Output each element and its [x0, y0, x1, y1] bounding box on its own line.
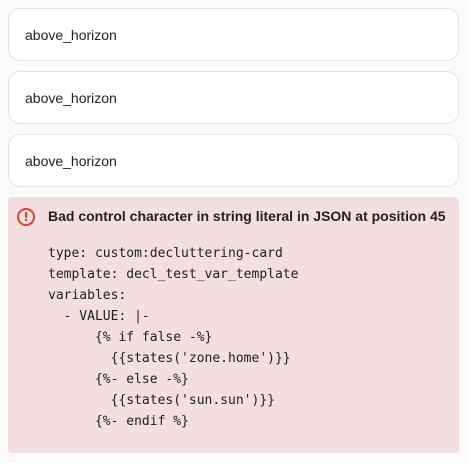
- dashboard-view: above_horizon above_horizon above_horizo…: [0, 0, 468, 463]
- code-line: {{states('zone.home')}}: [48, 351, 291, 366]
- entity-card[interactable]: above_horizon: [8, 71, 459, 124]
- entity-state-label: above_horizon: [25, 89, 117, 106]
- code-line: {%- else -%}: [48, 372, 189, 387]
- error-card: ! Bad control character in string litera…: [8, 197, 459, 453]
- error-config-code: type: custom:decluttering-card template: …: [48, 243, 298, 432]
- code-line: {%- endif %}: [48, 414, 189, 429]
- entity-card[interactable]: above_horizon: [8, 8, 459, 61]
- code-line: - VALUE: |-: [48, 309, 150, 324]
- code-line: variables:: [48, 288, 127, 303]
- error-title: Bad control character in string literal …: [48, 208, 446, 224]
- code-line: {{states('sun.sun')}}: [48, 393, 275, 408]
- alert-circle-icon: !: [17, 208, 35, 226]
- entity-state-label: above_horizon: [25, 26, 117, 43]
- code-line: {% if false -%}: [48, 330, 213, 345]
- code-line: type: custom:decluttering-card: [48, 246, 283, 261]
- entity-card[interactable]: above_horizon: [8, 134, 459, 187]
- entity-state-label: above_horizon: [25, 152, 117, 169]
- code-line: template: decl_test_var_template: [48, 267, 299, 282]
